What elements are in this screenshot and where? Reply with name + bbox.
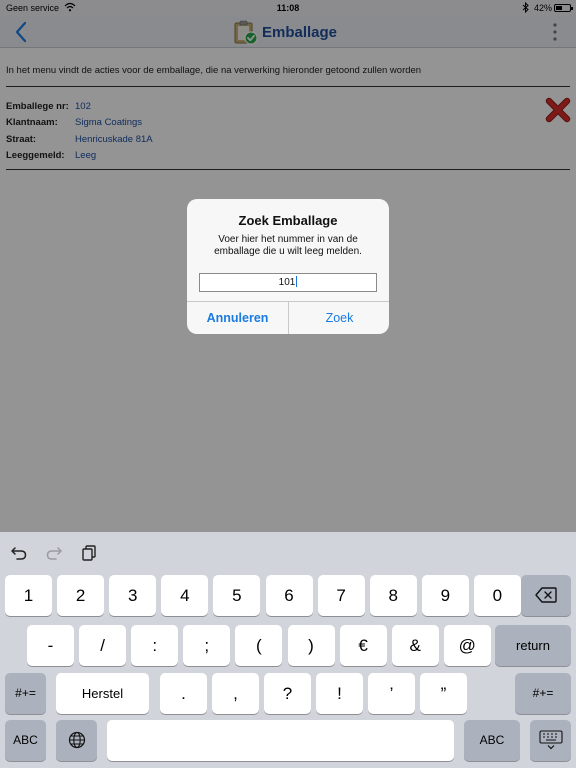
- key-punct-3[interactable]: !: [316, 673, 363, 714]
- key-0[interactable]: 0: [473, 575, 521, 616]
- key-punct-1[interactable]: ,: [212, 673, 259, 714]
- cancel-button[interactable]: Annuleren: [187, 302, 288, 334]
- dialog-title: Zoek Emballage: [238, 213, 338, 228]
- key-5[interactable]: 5: [213, 575, 261, 616]
- backspace-icon: [535, 587, 557, 603]
- key-4[interactable]: 4: [161, 575, 209, 616]
- key-punct-4[interactable]: ’: [368, 673, 415, 714]
- key-2[interactable]: 2: [57, 575, 105, 616]
- key-symbol-2[interactable]: :: [131, 625, 179, 666]
- keyboard-shortcut-bar: [0, 532, 576, 572]
- key-punct-2[interactable]: ?: [264, 673, 311, 714]
- redo-icon[interactable]: [45, 544, 63, 562]
- undo-icon[interactable]: [10, 544, 28, 562]
- space-key[interactable]: [107, 720, 454, 761]
- search-dialog: Zoek Emballage Voer hier het nummer in v…: [187, 199, 389, 334]
- emballage-number-input[interactable]: 101: [199, 273, 377, 292]
- globe-key[interactable]: [56, 720, 97, 761]
- key-7[interactable]: 7: [317, 575, 365, 616]
- keyboard-dismiss-key[interactable]: [530, 720, 571, 761]
- key-8[interactable]: 8: [369, 575, 417, 616]
- text-caret: [296, 276, 298, 287]
- key-3[interactable]: 3: [109, 575, 157, 616]
- key-symbol-4[interactable]: (: [235, 625, 283, 666]
- backspace-key[interactable]: [521, 575, 571, 616]
- key-symbol-6[interactable]: €: [339, 625, 387, 666]
- search-button[interactable]: Zoek: [289, 302, 389, 334]
- herstel-key[interactable]: Herstel: [56, 673, 149, 714]
- input-value: 101: [278, 277, 296, 288]
- globe-icon: [68, 731, 85, 749]
- key-symbol-7[interactable]: &: [391, 625, 439, 666]
- return-key[interactable]: return: [495, 625, 571, 666]
- more-symbols-key-right[interactable]: #+=: [515, 673, 571, 714]
- key-symbol-3[interactable]: ;: [183, 625, 231, 666]
- paste-icon[interactable]: [80, 544, 98, 562]
- abc-key-left[interactable]: ABC: [5, 720, 46, 761]
- more-symbols-key[interactable]: #+=: [5, 673, 46, 714]
- dialog-message: Voer hier het nummer in van de emballage…: [214, 234, 362, 257]
- abc-key-right[interactable]: ABC: [464, 720, 520, 761]
- keyboard: 1 2 3 4 5 6 7 8 9 0- /:;() € & @ return #+= Herstel.,?!’…: [0, 532, 576, 768]
- key-symbol-0[interactable]: -: [27, 625, 74, 666]
- key-symbol-1[interactable]: /: [79, 625, 127, 666]
- keyboard-dismiss-icon: [538, 730, 563, 750]
- key-punct-0[interactable]: .: [160, 673, 207, 714]
- key-symbol-8[interactable]: @: [443, 625, 491, 666]
- key-symbol-5[interactable]: ): [287, 625, 335, 666]
- key-1[interactable]: 1: [5, 575, 52, 616]
- key-9[interactable]: 9: [421, 575, 469, 616]
- key-6[interactable]: 6: [265, 575, 313, 616]
- key-punct-5[interactable]: ”: [420, 673, 467, 714]
